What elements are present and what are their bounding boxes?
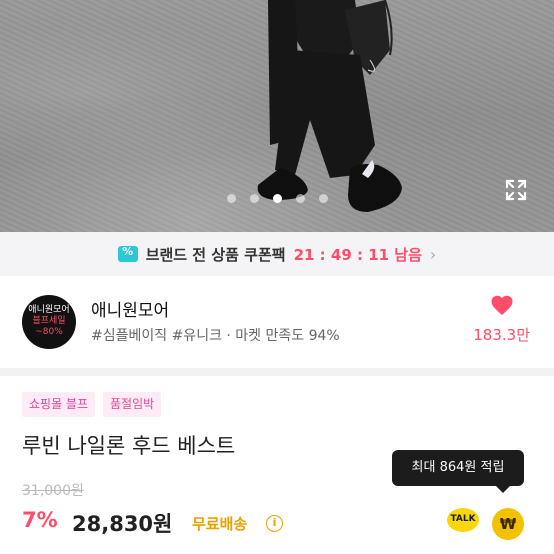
coupon-icon [117,245,138,262]
kakao-talk-button[interactable]: TALK [447,508,479,536]
heart-icon[interactable] [490,294,514,316]
product-image-gallery[interactable] [0,0,554,232]
discount-rate: 7% [22,508,58,532]
talk-label: TALK [450,514,476,524]
original-price: 31,000원 [22,483,84,499]
free-shipping-label: 무료배송 [192,515,248,533]
points-tooltip: 최대 864원 적립 [392,450,524,493]
chevron-right-icon: › [429,244,437,264]
carousel-dot[interactable] [249,194,259,203]
shop-info[interactable]: 애니원모어 블프세일 ~80% 애니원모어 #심플베이직 #유니크 · 마켓 만… [0,276,554,368]
coupon-banner[interactable]: 브랜드 전 상품 쿠폰팩 21 : 49 : 11 남음 › [0,232,554,276]
like-count: 183.3만 [473,326,530,344]
shop-logo-line3: ~80% [35,327,63,337]
carousel-dot[interactable] [318,194,328,203]
coupon-text: 브랜드 전 상품 쿠폰팩 [145,245,286,264]
badge-low-stock: 품절임박 [103,392,162,417]
product-title: 루빈 나일론 후드 베스트 [22,434,236,458]
badge-black-friday: 쇼핑몰 블프 [22,392,96,417]
carousel-dot-active[interactable] [272,194,282,203]
shop-name[interactable]: 애니원모어 [91,296,169,321]
section-divider [0,368,554,376]
info-icon[interactable]: i [266,515,283,532]
carousel-dot[interactable] [295,194,305,203]
shop-logo-line2: 블프세일 [32,316,66,326]
shop-tags: #심플베이직 #유니크 · 마켓 만족도 94% [91,328,340,344]
shop-logo-line1: 애니원모어 [28,305,70,315]
carousel-dot[interactable] [226,194,236,203]
sale-price: 28,830원 [72,512,173,536]
coupon-timer: 21 : 49 : 11 남음 [293,245,422,264]
carousel-indicator [0,194,554,203]
shop-logo[interactable]: 애니원모어 블프세일 ~80% [22,295,76,349]
points-won-button[interactable]: ₩ [492,508,524,540]
